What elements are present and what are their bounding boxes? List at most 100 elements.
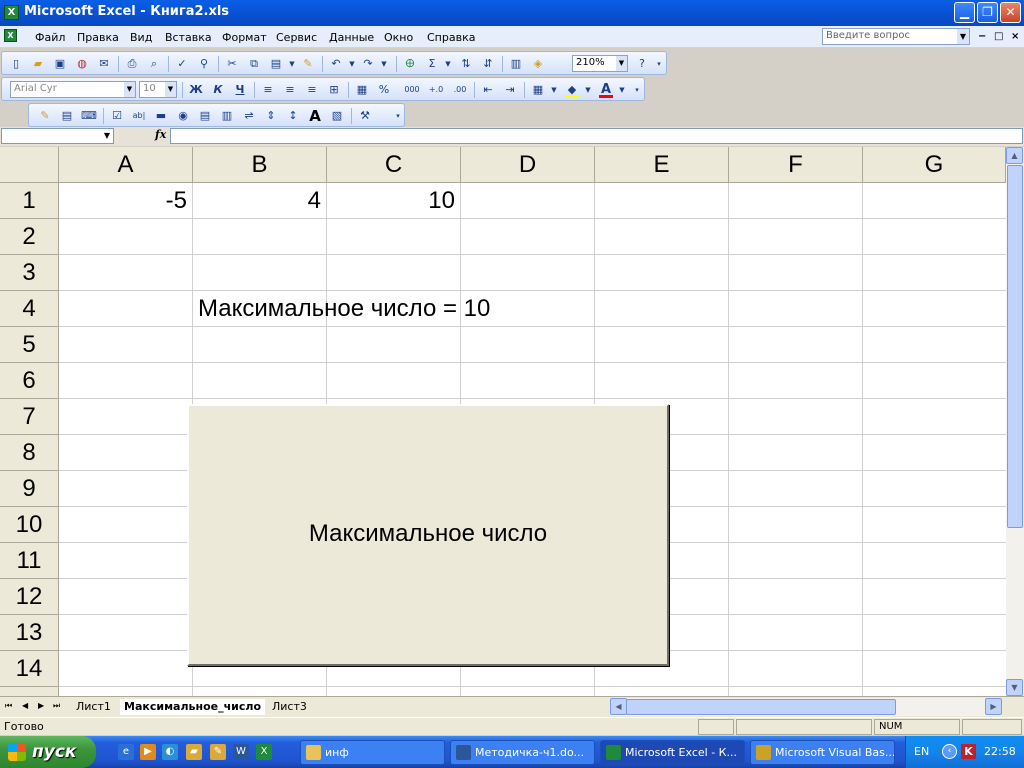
cell-c1[interactable]: 10 [327, 183, 461, 219]
vertical-scrollbar[interactable]: ▲ ▼ [1006, 147, 1024, 696]
radio-control-icon[interactable]: ◉ [175, 108, 191, 124]
close-button[interactable]: ✕ [1000, 2, 1021, 23]
chevron-down-icon[interactable]: ▼ [284, 56, 300, 72]
menu-help[interactable]: Справка [427, 31, 475, 44]
cell-b4[interactable]: Максимальное число = 10 [198, 291, 490, 327]
decrease-indent-icon[interactable]: ⇤ [480, 82, 496, 98]
row-header-14[interactable]: 14 [0, 651, 59, 687]
save-icon[interactable]: ▣ [52, 56, 68, 72]
column-header-f[interactable]: F [729, 147, 863, 183]
menu-data[interactable]: Данные [329, 31, 374, 44]
explorer-icon[interactable]: ◐ [162, 744, 178, 760]
row-header-2[interactable]: 2 [0, 219, 59, 255]
column-header-d[interactable]: D [461, 147, 595, 183]
currency-icon[interactable]: ▦ [354, 82, 370, 98]
checkbox-control-icon[interactable]: ☑ [109, 108, 125, 124]
horizontal-scrollbar[interactable]: ◀ ▶ [610, 698, 1002, 716]
increase-decimal-icon[interactable]: +.0 [428, 82, 444, 98]
menu-insert[interactable]: Вставка [165, 31, 212, 44]
task-excel[interactable]: Microsoft Excel - К... [600, 740, 745, 765]
label-control-icon[interactable]: A [307, 108, 323, 124]
task-folder[interactable]: инф [300, 740, 445, 765]
word-icon[interactable]: W [233, 744, 249, 760]
align-left-icon[interactable]: ≡ [260, 82, 276, 98]
underline-button[interactable]: Ч [232, 82, 248, 98]
menu-file[interactable]: Файл [35, 31, 65, 44]
menu-format[interactable]: Формат [222, 31, 267, 44]
scrollbar-control-icon[interactable]: ↕ [285, 108, 301, 124]
toolbar-options-icon[interactable]: ▾ [654, 56, 664, 72]
email-icon[interactable]: ✉ [96, 56, 112, 72]
new-icon[interactable]: ▯ [8, 56, 24, 72]
align-right-icon[interactable]: ≡ [304, 82, 320, 98]
thousands-button[interactable]: 000 [402, 82, 422, 98]
scroll-up-icon[interactable]: ▲ [1006, 147, 1023, 164]
fill-color-icon[interactable]: ◆ [564, 82, 580, 98]
insert-function-icon[interactable]: fx [155, 128, 166, 141]
antivirus-icon[interactable]: K [961, 744, 976, 759]
chart-wizard-icon[interactable]: ▥ [508, 56, 524, 72]
sheet-tab-list1[interactable]: Лист1 [72, 699, 115, 715]
design-mode-icon[interactable]: ✎ [37, 108, 53, 124]
format-painter-icon[interactable]: ✎ [300, 56, 316, 72]
properties-icon[interactable]: ▤ [59, 108, 75, 124]
column-header-a[interactable]: A [59, 147, 193, 183]
minimize-button[interactable]: ▁ [954, 2, 975, 23]
row-header-9[interactable]: 9 [0, 471, 59, 507]
chevron-down-icon[interactable]: ▼ [376, 56, 392, 72]
vertical-scroll-thumb[interactable] [1007, 165, 1023, 528]
column-header-e[interactable]: E [595, 147, 729, 183]
chevron-down-icon[interactable]: ▼ [546, 82, 562, 98]
sheet-tab-list3[interactable]: Лист3 [268, 699, 311, 715]
row-header-6[interactable]: 6 [0, 363, 59, 399]
row-header-13[interactable]: 13 [0, 615, 59, 651]
task-word[interactable]: Методичка-ч1.do... [450, 740, 595, 765]
row-header-10[interactable]: 10 [0, 507, 59, 543]
undo-icon[interactable]: ↶ [328, 56, 344, 72]
combobox-control-icon[interactable]: ▥ [219, 108, 235, 124]
row-header-3[interactable]: 3 [0, 255, 59, 291]
chevron-down-icon[interactable]: ▼ [344, 56, 360, 72]
spelling-icon[interactable]: ✓ [174, 56, 190, 72]
column-header-c[interactable]: C [327, 147, 461, 183]
cut-icon[interactable]: ✂ [224, 56, 240, 72]
chevron-down-icon[interactable]: ▼ [616, 56, 627, 71]
drawing-icon[interactable]: ◈ [530, 56, 546, 72]
print-preview-icon[interactable]: ⌕ [146, 56, 162, 72]
ask-question-box[interactable]: Введите вопрос ▼ [822, 28, 970, 45]
start-button[interactable]: пуск [0, 736, 96, 768]
row-header-5[interactable]: 5 [0, 327, 59, 363]
percent-button[interactable]: % [376, 82, 392, 98]
toolbar-options-icon[interactable]: ▾ [393, 108, 403, 124]
horizontal-scroll-thumb[interactable] [626, 699, 896, 715]
autosum-icon[interactable]: Σ [424, 56, 440, 72]
language-indicator[interactable]: EN [914, 745, 929, 758]
image-control-icon[interactable]: ▧ [329, 108, 345, 124]
excel-icon[interactable]: X [4, 5, 19, 20]
align-center-icon[interactable]: ≡ [282, 82, 298, 98]
doc-minimize-button[interactable]: − [978, 31, 986, 42]
paint-icon[interactable]: ✎ [210, 744, 226, 760]
show-hidden-icons-icon[interactable]: ‹ [942, 744, 957, 759]
button-control-icon[interactable]: ▬ [153, 108, 169, 124]
chevron-down-icon[interactable]: ▼ [580, 82, 596, 98]
textbox-control-icon[interactable]: ab| [131, 108, 147, 124]
worksheet-grid[interactable]: A B C D E F G 1 2 3 4 5 6 7 8 9 10 11 12… [0, 147, 1006, 696]
next-sheet-icon[interactable]: ▶ [38, 701, 44, 710]
chevron-down-icon[interactable]: ▼ [165, 82, 176, 97]
menu-window[interactable]: Окно [384, 31, 413, 44]
chevron-down-icon[interactable]: ▼ [957, 29, 969, 44]
cell-b1[interactable]: 4 [193, 183, 327, 219]
italic-button[interactable]: К [210, 82, 226, 98]
menu-tools[interactable]: Сервис [276, 31, 317, 44]
more-controls-icon[interactable]: ⚒ [357, 108, 373, 124]
merge-center-icon[interactable]: ⊞ [326, 82, 342, 98]
name-box[interactable]: ▼ [1, 128, 114, 144]
row-header-7[interactable]: 7 [0, 399, 59, 435]
scroll-left-icon[interactable]: ◀ [610, 698, 627, 715]
zoom-select[interactable]: 210% ▼ [572, 55, 628, 72]
listbox-control-icon[interactable]: ▤ [197, 108, 213, 124]
font-size-select[interactable]: 10 ▼ [139, 81, 177, 98]
sheet-tab-max-number[interactable]: Максимальное_число [120, 699, 266, 715]
chevron-down-icon[interactable]: ▼ [614, 82, 630, 98]
